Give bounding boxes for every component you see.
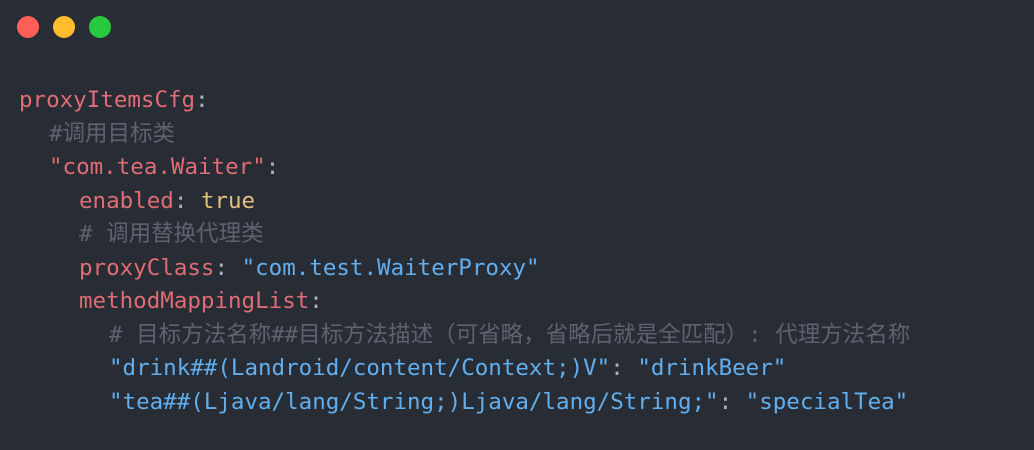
code-line-1: proxyItemsCfg: — [19, 84, 1029, 118]
code-line-4: enabled: true — [19, 185, 1029, 219]
colon: : — [610, 355, 624, 381]
yaml-comment: # 调用替换代理类 — [79, 221, 264, 247]
yaml-key: enabled — [79, 187, 174, 214]
maximize-button[interactable] — [89, 16, 111, 38]
yaml-key: proxyItemsCfg — [19, 87, 196, 113]
yaml-string-key: "tea##(Ljava/lang/String;)Ljava/lang/Str… — [109, 388, 719, 415]
yaml-string-value: "com.test.WaiterProxy" — [241, 254, 540, 281]
colon: : — [173, 187, 188, 214]
close-button[interactable] — [17, 16, 39, 38]
yaml-key: "com.tea.Waiter" — [49, 154, 266, 180]
code-line-10: "tea##(Ljava/lang/String;)Ljava/lang/Str… — [19, 386, 1029, 420]
code-line-6: proxyClass: "com.test.WaiterProxy" — [19, 252, 1029, 286]
window-controls — [17, 16, 111, 38]
colon: : — [718, 388, 733, 415]
code-line-8: # 目标方法名称##目标方法描述（可省略，省略后就是全匹配）: 代理方法名称 — [19, 319, 1029, 353]
yaml-bool-value: true — [200, 187, 256, 214]
colon: : — [195, 87, 209, 113]
yaml-comment: # 目标方法名称##目标方法描述（可省略，省略后就是全匹配）: 代理方法名称 — [109, 321, 911, 348]
colon: : — [309, 288, 323, 314]
minimize-button[interactable] — [53, 16, 75, 38]
yaml-string-value: "specialTea" — [745, 388, 909, 415]
colon: : — [214, 254, 229, 281]
code-line-2: #调用目标类 — [19, 118, 1029, 152]
yaml-key: proxyClass — [79, 254, 215, 281]
code-window: proxyItemsCfg: #调用目标类 "com.tea.Waiter": … — [0, 0, 1034, 450]
yaml-comment: #调用目标类 — [49, 120, 176, 147]
code-block: proxyItemsCfg: #调用目标类 "com.tea.Waiter": … — [19, 84, 1029, 419]
code-line-3: "com.tea.Waiter": — [19, 151, 1029, 185]
yaml-key: methodMappingList — [79, 288, 310, 314]
code-line-7: methodMappingList: — [19, 285, 1029, 319]
colon: : — [265, 154, 280, 180]
yaml-string-key: "drink##(Landroid/content/Context;)V" — [109, 355, 611, 381]
yaml-string-value: "drinkBeer" — [637, 355, 787, 381]
code-line-9: "drink##(Landroid/content/Context;)V": "… — [19, 352, 1029, 386]
code-line-5: # 调用替换代理类 — [19, 218, 1029, 252]
